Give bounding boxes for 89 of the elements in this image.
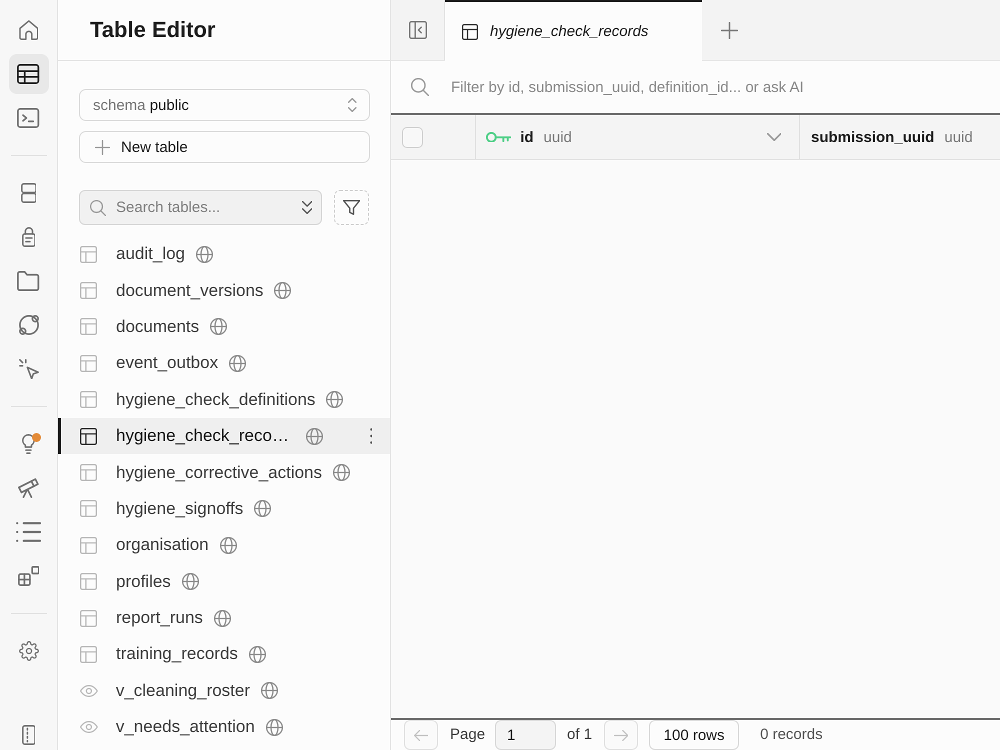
house-icon: [18, 20, 38, 40]
globe-icon: [182, 573, 199, 590]
double-chevron-icon: [302, 201, 312, 214]
globe-icon: [326, 391, 344, 408]
globe-icon: [210, 318, 228, 336]
globe-icon: [333, 464, 350, 482]
stacked-boxes-icon: [20, 183, 36, 203]
sidebar-icon: [22, 725, 36, 745]
eye-icon: [80, 684, 98, 697]
page-input[interactable]: 1: [495, 720, 556, 750]
terminal-icon: [17, 108, 40, 128]
table-icon: [80, 500, 97, 518]
new-table-button[interactable]: New table: [79, 131, 370, 163]
table-list-item[interactable]: documents: [58, 308, 390, 346]
table-list-item[interactable]: v_cleaning_roster: [58, 672, 390, 710]
search-icon: [411, 78, 429, 96]
page-title: Table Editor: [90, 17, 216, 43]
filter-button[interactable]: [334, 190, 369, 225]
globe-icon: [214, 610, 231, 627]
telescope-icon: [18, 478, 40, 498]
select-all-checkbox[interactable]: [402, 126, 423, 148]
table-icon: [80, 428, 97, 445]
table-list-item[interactable]: organisation: [58, 527, 390, 564]
globe-icon: [306, 428, 323, 445]
globe-icon: [254, 500, 272, 518]
lock-icon: [22, 227, 36, 247]
table-list-item[interactable]: training_records: [58, 636, 390, 673]
table-icon: [80, 318, 97, 336]
table-icon: [80, 464, 97, 482]
table-list-item[interactable]: audit_log: [58, 236, 390, 272]
column-header[interactable]: submission_uuid uuid: [800, 115, 1000, 159]
table-icon: [80, 391, 97, 408]
arrow-right-icon: [614, 730, 628, 740]
arrow-left-icon: [414, 730, 428, 740]
table-list-item[interactable]: hygiene_check_reco…: [58, 418, 390, 454]
record-count: 0 records: [760, 725, 823, 745]
page-total: of 1: [567, 725, 592, 745]
blocks-icon: [18, 566, 40, 586]
list-icon: [16, 522, 42, 542]
lightbulb-icon: [22, 434, 35, 454]
table-icon: [80, 246, 97, 263]
globe-icon: [261, 682, 278, 700]
table-list-item[interactable]: report_runs: [58, 600, 390, 636]
column-name: id: [520, 128, 534, 146]
table-icon: [80, 646, 97, 663]
table-list-item[interactable]: document_versions: [58, 272, 390, 309]
table-icon: [462, 24, 478, 40]
kebab-icon: [370, 428, 372, 444]
plus-icon: [720, 22, 738, 38]
column-type: uuid: [544, 128, 572, 146]
plus-icon: [95, 140, 110, 154]
chevron-up-down-icon: [348, 98, 357, 112]
search-icon: [90, 200, 106, 216]
column-header[interactable]: id uuid: [476, 115, 800, 159]
globe-icon: [229, 354, 246, 372]
globe-icon: [274, 282, 292, 300]
eye-icon: [80, 721, 98, 734]
orbit-icon: [18, 315, 38, 335]
globe-icon: [248, 646, 266, 663]
cursor-sparkle-icon: [18, 359, 38, 379]
table-icon: [80, 354, 97, 372]
more-button[interactable]: [368, 427, 374, 446]
table-icon: [80, 536, 97, 554]
table-list-item[interactable]: v_needs_attention: [58, 709, 390, 746]
globe-icon: [220, 536, 237, 554]
table-icon: [80, 610, 97, 627]
table-icon: [80, 573, 97, 590]
table-list-item[interactable]: hygiene_check_definitions: [58, 382, 390, 418]
nav-button[interactable]: [8, 54, 48, 94]
globe-icon: [196, 246, 214, 263]
table-icon: [80, 282, 97, 300]
table-list-item[interactable]: hygiene_corrective_actions: [58, 454, 390, 491]
column-type: uuid: [944, 128, 973, 146]
chevron-down-icon: [766, 133, 781, 141]
settings-icon: [18, 641, 38, 661]
rows-per-page-button[interactable]: 100 rows: [649, 720, 740, 750]
filter-icon: [342, 200, 360, 215]
table-tab[interactable]: hygiene_check_records: [445, 0, 702, 61]
folder-icon: [17, 271, 40, 291]
table-list-item[interactable]: hygiene_signoffs: [58, 490, 390, 528]
globe-icon: [266, 718, 283, 736]
column-name: submission_uuid: [811, 128, 934, 146]
table-list-item[interactable]: event_outbox: [58, 345, 390, 382]
sidebar-toggle-icon: [408, 21, 426, 39]
table-icon: [17, 64, 40, 84]
table-list-item[interactable]: profiles: [58, 564, 390, 600]
search-field[interactable]: Search tables...: [79, 190, 322, 225]
page-label: Page: [450, 725, 486, 745]
schema-select[interactable]: schema public: [79, 89, 370, 121]
